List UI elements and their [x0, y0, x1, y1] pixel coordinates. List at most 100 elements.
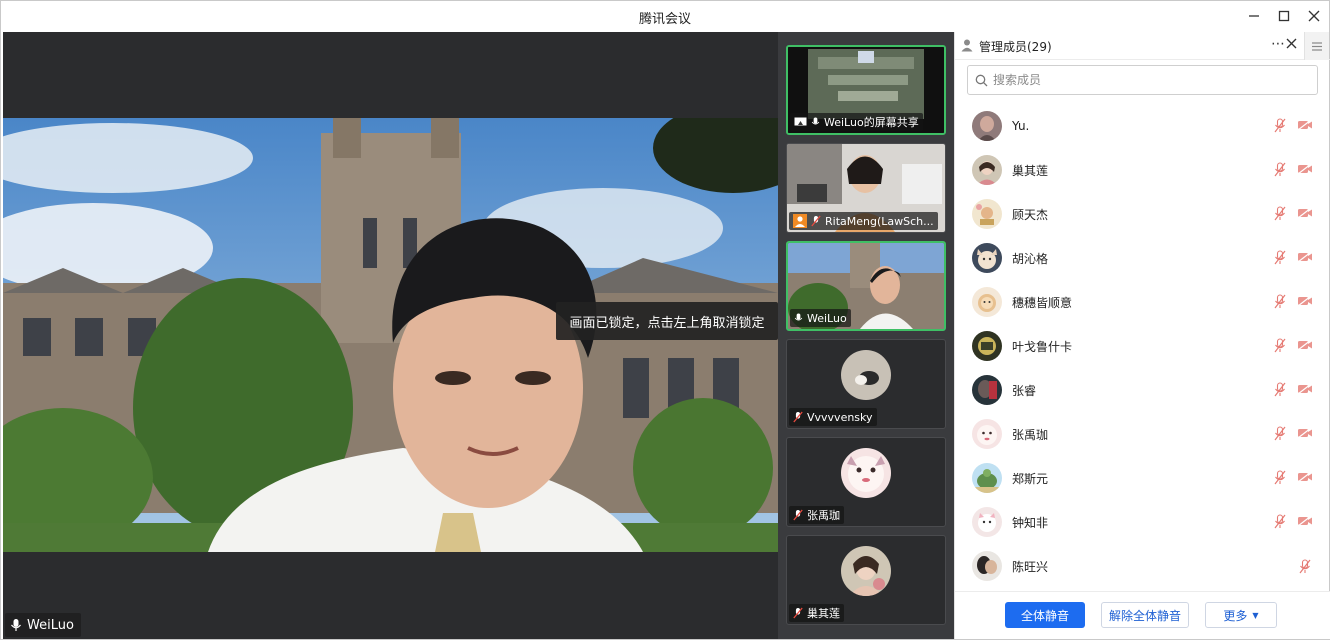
avatar [972, 551, 1002, 581]
mic-muted-icon [793, 411, 803, 423]
mic-muted-icon[interactable] [1274, 514, 1286, 529]
thumbnail-label: WeiLuo [790, 309, 851, 327]
thumbnail-label: WeiLuo的屏幕共享 [790, 113, 923, 131]
search-input[interactable] [993, 73, 1293, 87]
avatar [972, 111, 1002, 141]
more-button-label: 更多 [1223, 608, 1248, 623]
maximize-button[interactable] [1270, 5, 1298, 27]
member-name: 胡沁格 [1012, 251, 1049, 266]
side-panel-toggle[interactable] [1304, 32, 1329, 60]
mute-all-button[interactable]: 全体静音 [1005, 602, 1085, 628]
minimize-button[interactable] [1240, 5, 1268, 27]
camera-off-icon[interactable] [1297, 207, 1313, 219]
thumbnail-label: RitaMeng(LawSch... [789, 212, 938, 230]
avatar [972, 287, 1002, 317]
camera-off-icon[interactable] [1297, 515, 1313, 527]
member-name: 张睿 [1012, 383, 1037, 398]
member-item[interactable]: 穗穗皆顺意 [955, 280, 1330, 324]
camera-off-icon[interactable] [1297, 295, 1313, 307]
camera-off-icon[interactable] [1297, 251, 1313, 263]
mic-muted-icon[interactable] [1274, 118, 1286, 133]
thumbnail-weiluo[interactable]: WeiLuo [786, 241, 946, 331]
main-video[interactable]: 画面已锁定，点击左上角取消锁定 WeiLuo [3, 32, 778, 639]
member-item[interactable]: 叶戈鲁什卡 [955, 324, 1330, 368]
mic-muted-icon[interactable] [1274, 426, 1286, 441]
camera-off-icon[interactable] [1297, 383, 1313, 395]
mic-muted-icon[interactable] [1299, 559, 1311, 574]
main-speaker-tag: WeiLuo [5, 613, 81, 637]
member-name: 钟知非 [1012, 515, 1049, 530]
camera-off-icon[interactable] [1297, 119, 1313, 131]
person-icon [961, 39, 973, 52]
member-item[interactable]: Yu. [955, 104, 1330, 148]
member-name: 顾天杰 [1012, 207, 1049, 222]
camera-off-icon[interactable] [1297, 427, 1313, 439]
mic-muted-icon [793, 607, 803, 619]
thumbnail-label: 巢其莲 [789, 604, 844, 622]
avatar [841, 546, 891, 596]
avatar [972, 463, 1002, 493]
screen-share-icon [794, 117, 807, 125]
lock-tip: 画面已锁定，点击左上角取消锁定 [556, 302, 778, 340]
avatar [972, 507, 1002, 537]
member-item[interactable]: 巢其莲 [955, 148, 1330, 192]
member-name: 穗穗皆顺意 [1012, 295, 1073, 310]
member-item[interactable]: 顾天杰 [955, 192, 1330, 236]
thumbnail-name: Vvvvvensky [807, 410, 873, 424]
mic-muted-icon[interactable] [1274, 382, 1286, 397]
panel-footer: 全体静音 解除全体静音 更多 ▼ [955, 591, 1330, 639]
thumbnail-screen-share[interactable]: WeiLuo的屏幕共享 [786, 45, 946, 135]
close-icon [1308, 10, 1320, 22]
mic-muted-icon[interactable] [1274, 294, 1286, 309]
member-item[interactable]: 郑斯元 [955, 456, 1330, 500]
thumbnail-chaoqilian[interactable]: 巢其莲 [786, 535, 946, 625]
meeting-window: 腾讯会议 画面已锁定，点击左上角取消锁定 WeiLuo WeiLuo的屏幕共享 … [0, 0, 1330, 640]
close-window-button[interactable] [1300, 5, 1328, 27]
member-item[interactable]: 胡沁格 [955, 236, 1330, 280]
unmute-all-button[interactable]: 解除全体静音 [1101, 602, 1189, 628]
avatar [972, 375, 1002, 405]
mic-icon [11, 619, 21, 631]
member-item[interactable]: 钟知非 [955, 500, 1330, 544]
member-name: 郑斯元 [1012, 471, 1049, 486]
more-button[interactable]: 更多 ▼ [1205, 602, 1277, 628]
camera-off-icon[interactable] [1297, 163, 1313, 175]
thumbnail-zhangyujia[interactable]: 张禹珈 [786, 437, 946, 527]
member-panel: 管理成员(29) ⋯ Yu. 巢其莲 顾天杰 [954, 32, 1330, 639]
thumbnail-name: 巢其莲 [807, 607, 840, 620]
mic-muted-icon[interactable] [1274, 470, 1286, 485]
title-bar: 腾讯会议 [1, 1, 1329, 32]
mic-muted-icon [793, 509, 803, 521]
mic-muted-icon[interactable] [1274, 250, 1286, 265]
close-panel-icon[interactable] [1286, 38, 1297, 49]
avatar [972, 419, 1002, 449]
more-options-icon[interactable]: ⋯ [1271, 36, 1286, 52]
video-thumbnail-strip: WeiLuo的屏幕共享 RitaMeng(LawSch... WeiLuo Vv… [778, 32, 954, 639]
thumbnail-ritameng[interactable]: RitaMeng(LawSch... [786, 143, 946, 233]
member-item[interactable]: 张禹珈 [955, 412, 1330, 456]
thumbnail-vvvvvensky[interactable]: Vvvvvensky [786, 339, 946, 429]
thumbnail-label: Vvvvvensky [789, 408, 877, 426]
minimize-icon [1249, 15, 1259, 17]
mic-icon [811, 117, 820, 125]
mic-muted-icon[interactable] [1274, 206, 1286, 221]
panel-header: 管理成员(29) ⋯ [955, 32, 1330, 60]
mic-muted-icon[interactable] [1274, 162, 1286, 177]
panel-title: 管理成员(29) [979, 40, 1052, 54]
member-name: 巢其莲 [1012, 163, 1049, 178]
avatar [841, 350, 891, 400]
camera-off-icon[interactable] [1297, 339, 1313, 351]
menu-icon [1312, 41, 1322, 51]
member-search[interactable] [967, 65, 1318, 95]
avatar [972, 331, 1002, 361]
avatar [972, 199, 1002, 229]
mic-muted-icon [811, 215, 821, 227]
avatar [841, 448, 891, 498]
member-item[interactable]: 张睿 [955, 368, 1330, 412]
member-item[interactable]: 陈旺兴 [955, 544, 1330, 588]
thumbnail-name: 张禹珈 [807, 509, 840, 522]
camera-off-icon[interactable] [1297, 471, 1313, 483]
mic-muted-icon[interactable] [1274, 338, 1286, 353]
avatar [972, 155, 1002, 185]
mic-icon [794, 313, 803, 321]
